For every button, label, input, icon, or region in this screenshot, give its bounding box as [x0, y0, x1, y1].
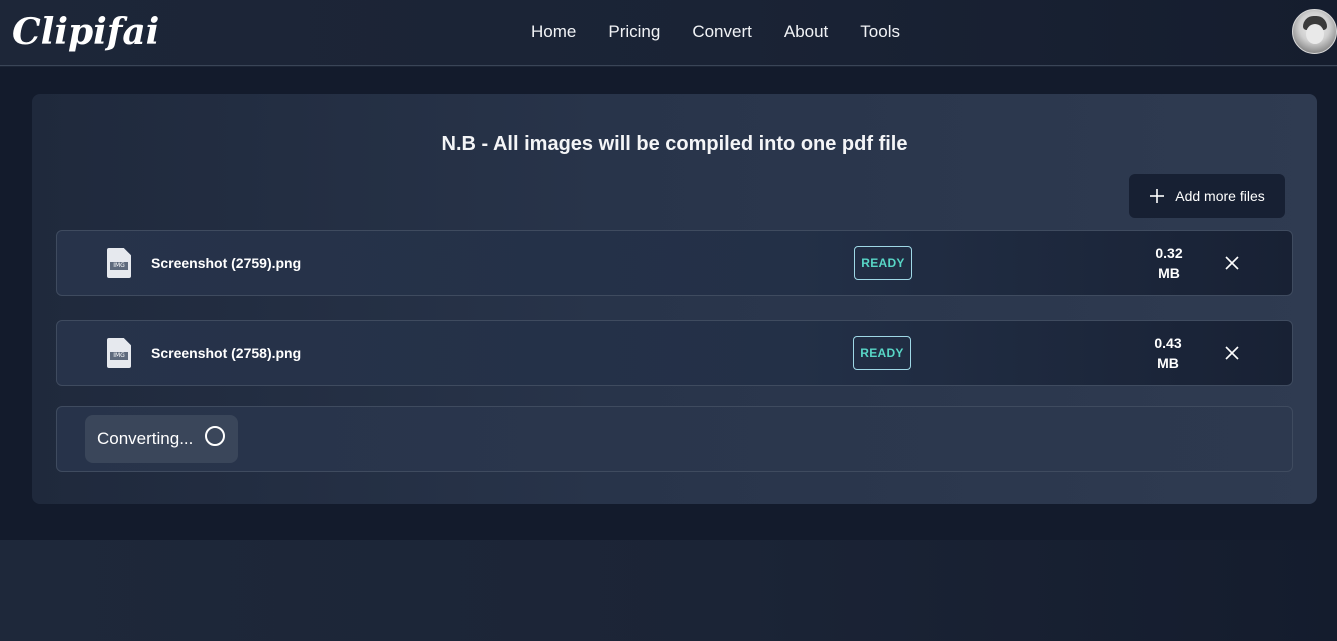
image-file-icon: IMG: [107, 338, 131, 368]
file-size-unit: MB: [1158, 265, 1180, 281]
file-type-tag: IMG: [110, 262, 128, 270]
close-icon[interactable]: [1221, 252, 1243, 274]
close-icon[interactable]: [1221, 342, 1243, 364]
file-type-tag: IMG: [110, 352, 128, 360]
avatar[interactable]: [1292, 9, 1337, 54]
main-nav: Home Pricing Convert About Tools: [515, 20, 916, 44]
file-name: Screenshot (2759).png: [151, 255, 302, 271]
file-size-unit: MB: [1157, 355, 1179, 371]
converting-button[interactable]: Converting...: [85, 415, 238, 463]
compile-notice: N.B - All images will be compiled into o…: [441, 133, 908, 155]
status-badge: READY: [854, 246, 912, 280]
spinner-icon: [205, 426, 226, 446]
plus-icon: [1150, 189, 1165, 203]
nav-item-convert[interactable]: Convert: [676, 20, 768, 44]
add-more-files-label: Add more files: [1175, 188, 1265, 204]
file-name: Screenshot (2758).png: [151, 345, 302, 361]
nav-item-about[interactable]: About: [768, 20, 844, 44]
page-footer-area: [0, 540, 1337, 641]
add-more-files-button[interactable]: Add more files: [1129, 174, 1285, 218]
upload-card: N.B - All images will be compiled into o…: [32, 94, 1317, 504]
nav-item-home[interactable]: Home: [515, 20, 592, 44]
status-badge: READY: [853, 336, 911, 370]
nav-item-tools[interactable]: Tools: [844, 20, 916, 44]
image-file-icon: IMG: [107, 248, 131, 278]
logo[interactable]: Clipifai: [12, 8, 159, 56]
file-size: 0.32 MB: [1139, 243, 1199, 283]
file-size: 0.43 MB: [1138, 333, 1198, 373]
nav-item-pricing[interactable]: Pricing: [592, 20, 676, 44]
file-row: IMG Screenshot (2758).png READY 0.43 MB: [56, 320, 1293, 386]
file-size-value: 0.43: [1154, 335, 1182, 351]
converting-label: Converting...: [97, 429, 194, 448]
top-navbar: Clipifai Home Pricing Convert About Tool…: [0, 0, 1337, 66]
convert-row: Converting...: [56, 406, 1293, 472]
file-row: IMG Screenshot (2759).png READY 0.32 MB: [56, 230, 1293, 296]
file-size-value: 0.32: [1155, 245, 1183, 261]
avatar-face: [1306, 24, 1324, 44]
